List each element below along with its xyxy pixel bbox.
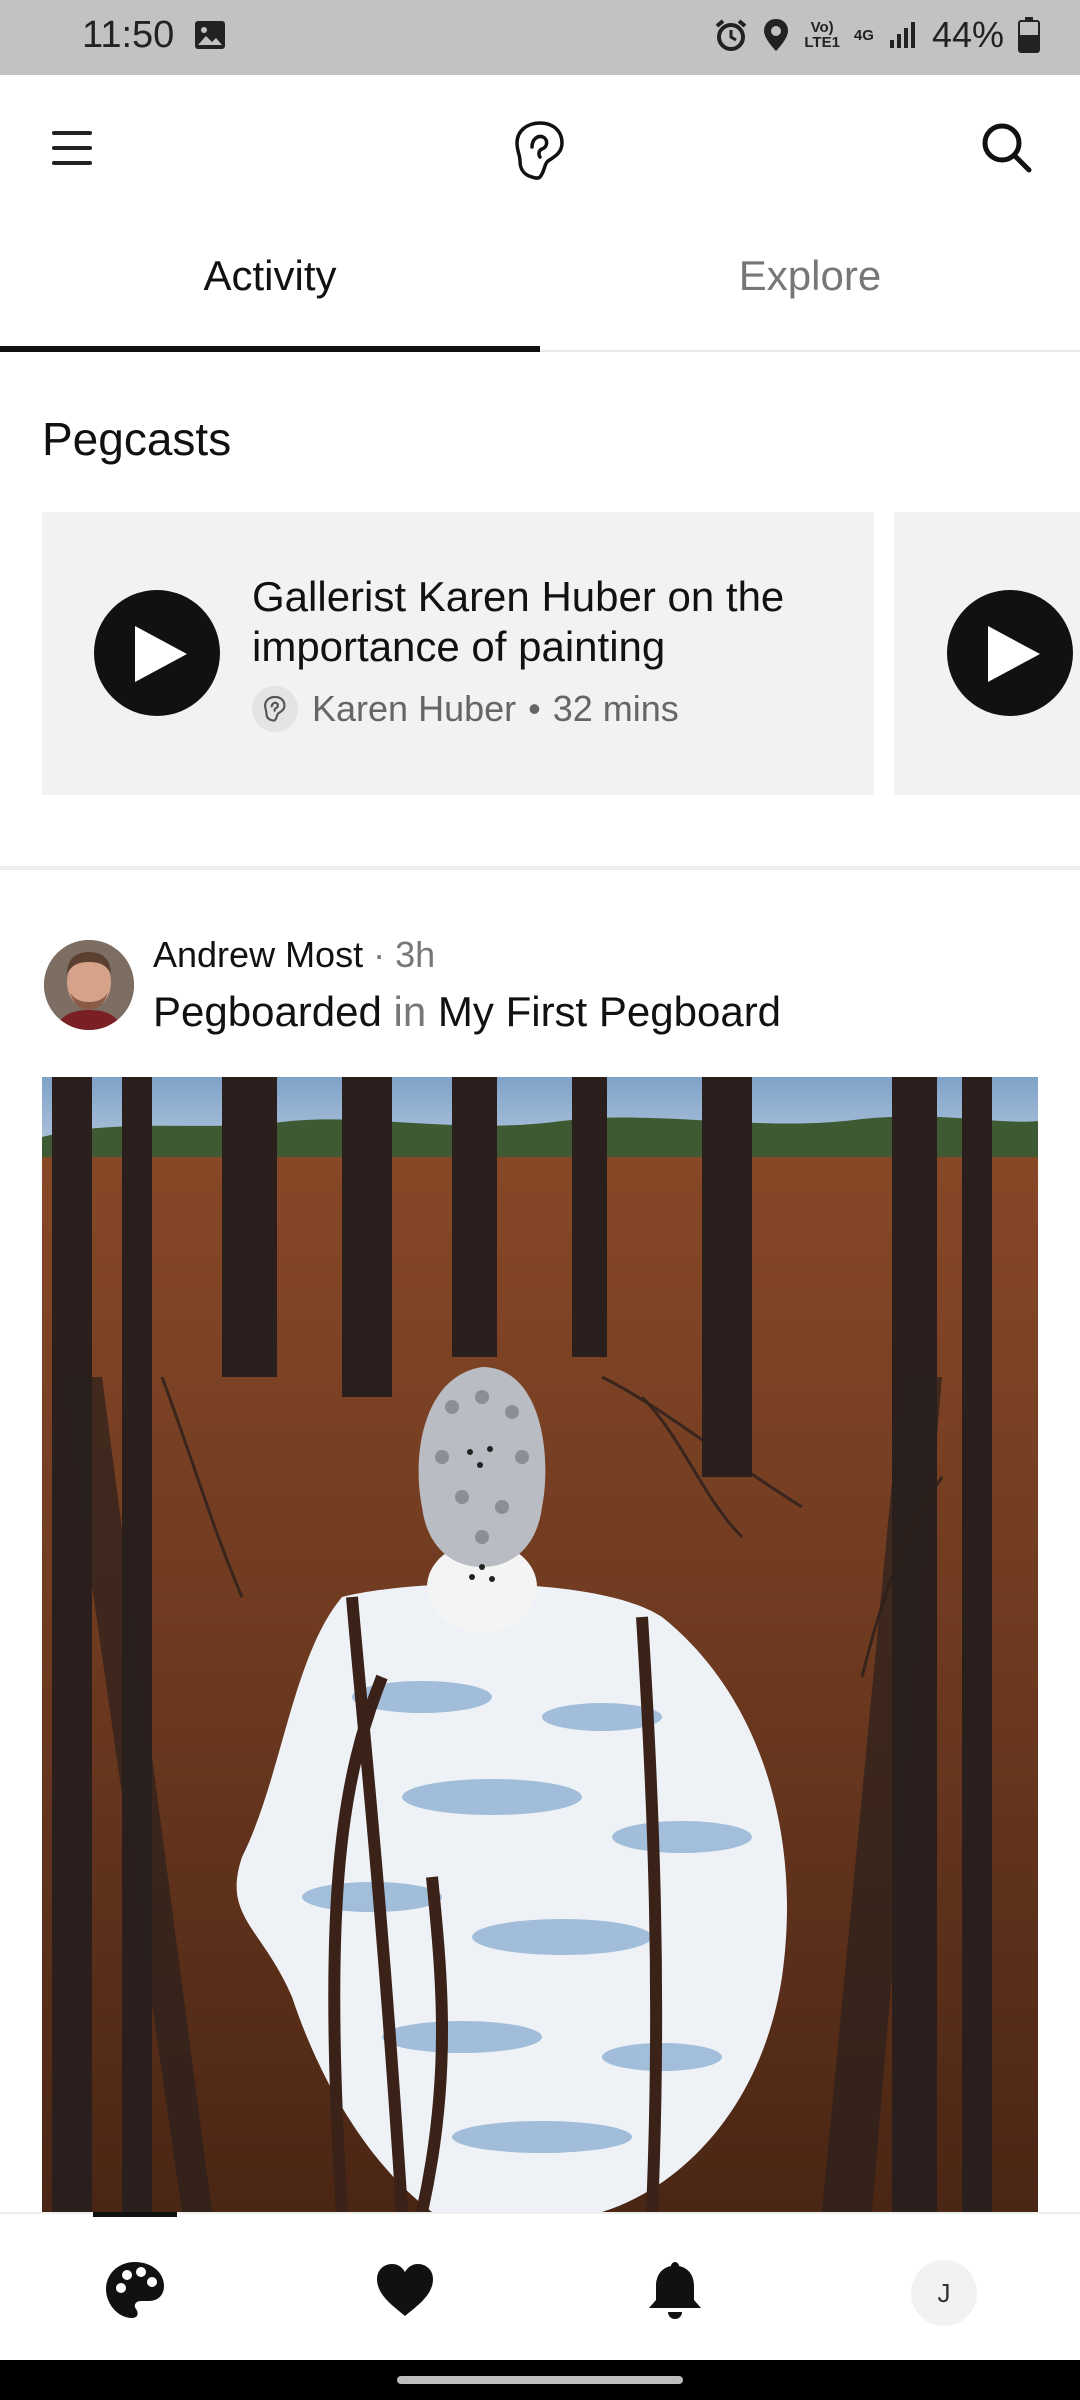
ear-logo-icon (264, 695, 286, 722)
app-header (0, 75, 1080, 220)
post-action: Pegboarded (153, 988, 382, 1035)
status-icons: Vo) LTE1 4G 44% (714, 14, 1040, 56)
home-gesture-handle[interactable] (397, 2376, 683, 2384)
avatar[interactable] (44, 940, 134, 1030)
pegcasts-heading: Pegcasts (42, 413, 232, 465)
play-icon (135, 626, 187, 682)
pegcast-card[interactable]: Gallerist Karen Huber on the importance … (42, 512, 874, 795)
signal-icon (889, 22, 915, 48)
play-icon (988, 626, 1040, 682)
battery-icon (1018, 17, 1040, 53)
status-time: 11:50 (82, 14, 175, 56)
heart-icon[interactable] (373, 2258, 437, 2322)
pegcast-meta: Karen Huber • 32 mins (252, 684, 679, 734)
tab-bar: Activity Explore (0, 220, 1080, 352)
artwork-image[interactable] (42, 1077, 1038, 2212)
tab-explore[interactable]: Explore (540, 220, 1080, 350)
pegcast-title: Gallerist Karen Huber on the importance … (252, 573, 785, 670)
play-button[interactable] (94, 590, 220, 716)
system-navigation-bar (0, 2360, 1080, 2400)
gallery-notification-icon (195, 21, 225, 49)
network-type: 4G (853, 26, 874, 44)
post-time: · 3h (373, 934, 436, 975)
meta-separator: • (528, 688, 541, 729)
status-bar: 11:50 Vo) LTE1 4G 44% (0, 0, 1080, 75)
post-username[interactable]: Andrew Most (153, 934, 363, 975)
volte-indicator: Vo) LTE1 (804, 19, 840, 51)
battery-percent: 44% (931, 14, 1004, 55)
active-tab-indicator (0, 346, 540, 352)
post-board-link[interactable]: My First Pegboard (438, 988, 781, 1035)
palette-icon[interactable] (103, 2258, 167, 2322)
search-icon[interactable] (978, 119, 1034, 175)
section-divider (0, 866, 1080, 870)
location-icon (764, 19, 789, 51)
pegcast-duration: 32 mins (552, 688, 679, 729)
pegcast-author: Karen Huber (312, 688, 517, 729)
post-action-line: Pegboarded in My First Pegboard (153, 988, 781, 1036)
bell-icon[interactable] (643, 2258, 707, 2322)
post-header: Andrew Most · 3h (153, 934, 435, 976)
post-in-word: in (393, 988, 427, 1035)
ear-logo-icon[interactable] (512, 119, 568, 183)
play-button[interactable] (947, 590, 1073, 716)
active-nav-indicator (93, 2212, 177, 2217)
pegcast-card-partial[interactable] (894, 512, 1080, 795)
hamburger-icon[interactable] (52, 131, 92, 165)
alarm-icon (716, 19, 747, 51)
painting-illustration (42, 1077, 1038, 2212)
bottom-navigation: J (0, 2212, 1080, 2362)
user-photo (44, 940, 134, 1030)
profile-avatar[interactable]: J (911, 2260, 977, 2326)
tab-activity[interactable]: Activity (0, 220, 540, 350)
author-avatar (252, 686, 298, 732)
